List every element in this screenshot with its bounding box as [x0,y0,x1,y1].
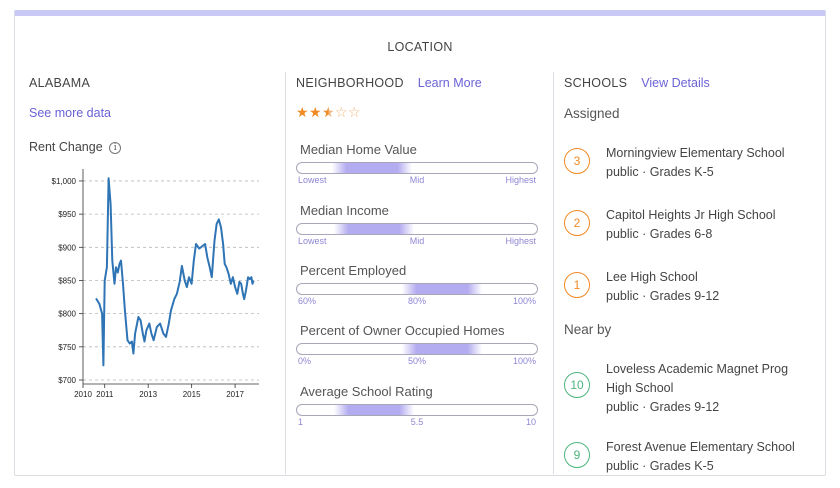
school-item[interactable]: 9 Forest Avenue Elementary School public ·… [564,438,819,488]
school-rating-badge: 3 [564,148,590,174]
school-meta: public · Grades 9-12 [606,289,720,303]
y-tick-label: $900 [58,243,76,252]
learn-more-link[interactable]: Learn More [418,76,482,90]
school-name[interactable]: Forest Avenue Elementary School [606,438,806,457]
y-tick-label: $800 [58,310,76,319]
view-details-link[interactable]: View Details [641,76,710,90]
metric-tick-label: 50% [407,356,427,366]
metric-tick-label: 60% [298,296,317,306]
metric-row: Median Home Value Lowest Mid Highest [296,142,538,198]
metric-range-fill [334,224,415,234]
school-name[interactable]: Capitol Heights Jr High School [606,206,806,225]
school-rating-badge: 10 [564,372,590,398]
y-tick-label: $750 [58,343,76,352]
schools-column: SCHOOLS View Details Assigned Near by 3 Mo… [553,72,825,474]
neighborhood-column: NEIGHBORHOOD Learn More ★★★☆☆ Median Home… [285,72,553,474]
metric-tick-label: Mid [409,175,425,185]
metric-row: Median Income Lowest Mid Highest [296,203,538,259]
see-more-data-link[interactable]: See more data [29,106,111,120]
metric-tick-label: 0% [298,356,312,366]
metric-tick-label: Lowest [298,175,327,185]
x-tick-label: 2011 [96,390,114,399]
y-tick-label: $1,000 [52,177,77,186]
x-tick-label: 2015 [183,390,201,399]
school-meta: public · Grades K-5 [606,165,714,179]
school-info: Forest Avenue Elementary School public · … [606,438,806,476]
metric-range-fill [402,344,483,354]
metric-range-fill [402,284,483,294]
metric-range-bar [296,404,538,416]
rating-stars: ★★★☆☆ [296,104,361,121]
metric-tick-label: Lowest [298,236,327,246]
star-full-icon: ★ [309,104,323,120]
metric-tick-label: 100% [512,296,536,306]
schools-heading-text: SCHOOLS [564,76,628,90]
school-info: Loveless Academic Magnet Prog High Schoo… [606,360,806,417]
x-tick-label: 2013 [139,390,157,399]
metric-row: Percent of Owner Occupied Homes 0% 50% 100% [296,323,538,379]
school-name[interactable]: Morningview Elementary School [606,144,806,163]
state-heading: ALABAMA [29,76,91,90]
nearby-heading: Near by [564,322,612,337]
metric-tick-label: Highest [505,236,536,246]
school-info: Morningview Elementary School public · Gr… [606,144,806,182]
metric-range-fill [332,163,413,173]
school-item[interactable]: 10 Loveless Academic Magnet Prog High Sch… [564,360,819,414]
school-item[interactable]: 2 Capitol Heights Jr High School public · … [564,206,819,256]
school-rating-badge: 1 [564,272,590,298]
rent-change-label: Rent Change i [29,140,122,154]
star-full-icon: ★ [296,104,310,120]
school-item[interactable]: 3 Morningview Elementary School public · G… [564,144,819,194]
metric-range-bar [296,162,538,174]
metric-tick-label: Highest [505,175,536,185]
metric-range-bar [296,283,538,295]
school-meta: public · Grades 9-12 [606,400,720,414]
metric-tick-label: 100% [512,356,536,366]
school-item[interactable]: 1 Lee High School public · Grades 9-12 [564,268,819,318]
school-name[interactable]: Loveless Academic Magnet Prog High Schoo… [606,360,806,398]
school-meta: public · Grades K-5 [606,459,714,473]
metric-tick-label: Mid [409,236,425,246]
info-icon[interactable]: i [109,142,122,154]
metric-tick-label: 1 [298,417,304,427]
school-info: Lee High School public · Grades 9-12 [606,268,806,306]
rent-series-line [95,177,255,367]
state-column: ALABAMA See more data Rent Change i $1,0… [15,72,285,474]
star-half-icon: ★ [322,104,336,120]
star-empty-icon: ☆ [348,104,362,120]
metric-tick-label: 5.5 [410,417,424,427]
y-tick-label: $950 [58,210,76,219]
metric-row: Percent Employed 60% 80% 100% [296,263,538,319]
x-tick-label: 2010 [74,390,92,399]
metric-row: Average School Rating 1 5.5 10 [296,384,538,440]
metric-tick-label: 10 [525,417,536,427]
schools-heading: SCHOOLS View Details [564,76,710,90]
neighborhood-heading: NEIGHBORHOOD Learn More [296,76,482,90]
school-rating-badge: 2 [564,210,590,236]
school-info: Capitol Heights Jr High School public · G… [606,206,806,244]
x-tick-label: 2017 [226,390,244,399]
metric-label: Median Home Value [300,142,417,157]
metric-label: Percent Employed [300,263,407,278]
metric-tick-label: 80% [407,296,427,306]
y-tick-label: $850 [58,276,76,285]
metric-range-bar [296,223,538,235]
neighborhood-heading-text: NEIGHBORHOOD [296,76,404,90]
metric-range-bar [296,343,538,355]
school-name[interactable]: Lee High School [606,268,806,287]
rent-change-chart: $1,000 $950 $900 $850 $800 $750 $700 2010 2011 20… [52,169,259,399]
school-meta: public · Grades 6-8 [606,227,713,241]
star-empty-icon: ☆ [335,104,349,120]
assigned-heading: Assigned [564,106,620,121]
school-rating-badge: 9 [564,442,590,468]
rent-change-text: Rent Change [29,140,103,154]
metric-label: Average School Rating [300,384,433,399]
metric-label: Median Income [300,203,389,218]
section-title: LOCATION [387,40,453,54]
location-card: LOCATION ALABAMA See more data Rent Chan… [14,10,826,476]
metric-range-fill [334,405,415,415]
y-tick-label: $700 [58,376,76,385]
metric-label: Percent of Owner Occupied Homes [300,323,505,338]
